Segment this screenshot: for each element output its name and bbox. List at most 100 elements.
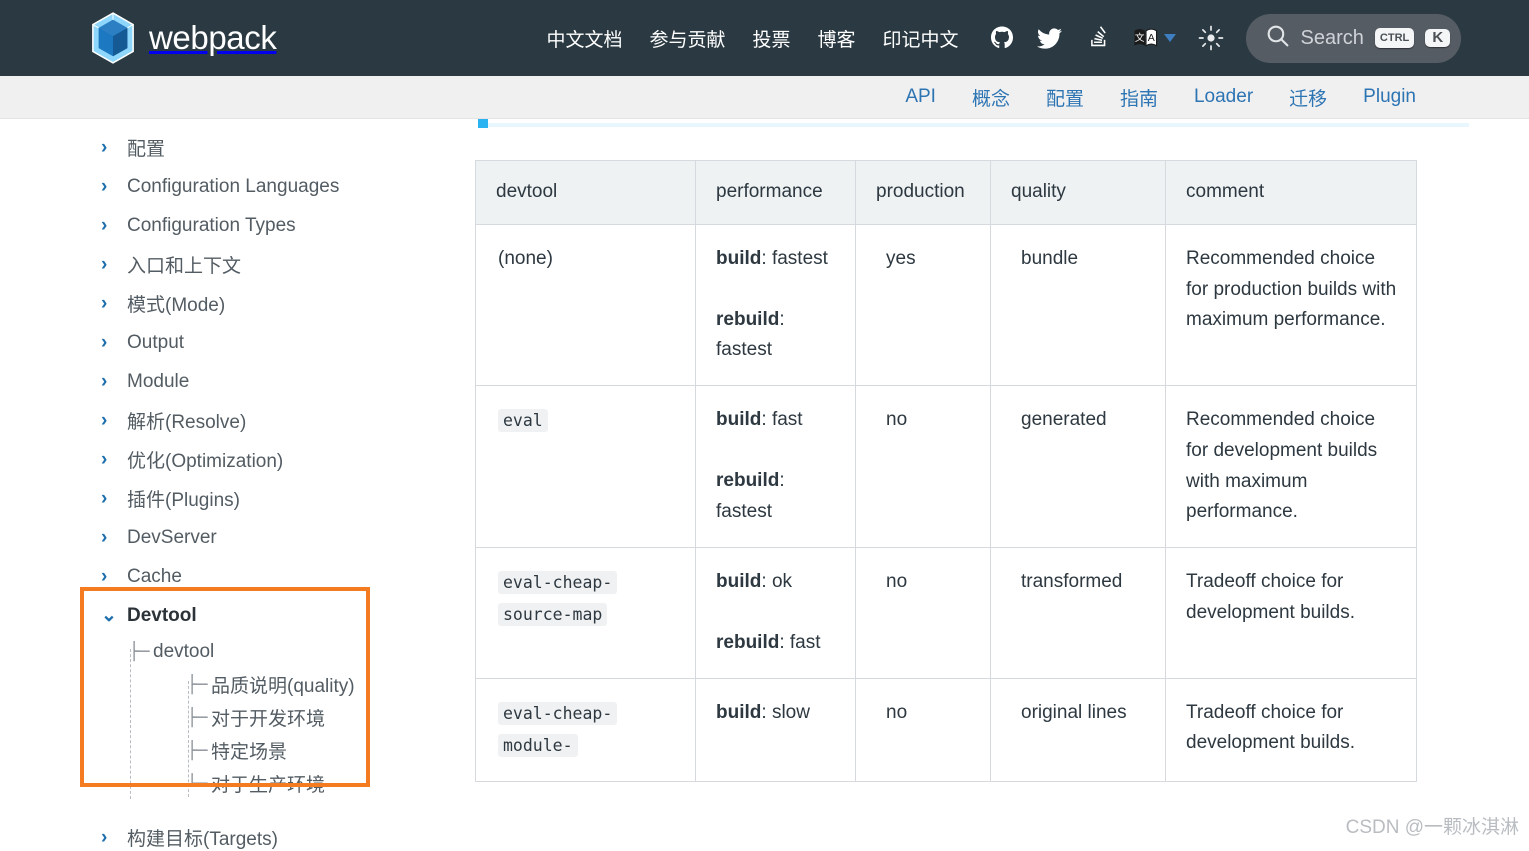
rebuild-value: fastest (716, 339, 772, 361)
cell-production: no (855, 547, 991, 679)
sidebar-item-configuration[interactable]: › 配置 (0, 128, 475, 167)
column-header-performance: performance (695, 160, 856, 225)
cell-performance: build: slow (695, 677, 856, 783)
cell-performance: build: fastest rebuild: fastest (695, 223, 856, 387)
sidebar-item-cache[interactable]: › Cache (0, 557, 475, 596)
devtool-name: eval (498, 409, 548, 433)
svg-text:文: 文 (1135, 32, 1145, 44)
sidebar-item-label: 优化(Optimization) (127, 451, 284, 472)
sidebar-item-mode[interactable]: › 模式(Mode) (0, 284, 475, 323)
build-label: build (716, 701, 762, 723)
chevron-right-icon: › (101, 527, 108, 548)
shortcut-ctrl-badge: CTRL (1374, 27, 1415, 49)
table-row: eval build: fast rebuild: fastest no gen… (475, 385, 1417, 549)
twitter-icon[interactable] (1037, 25, 1063, 51)
chevron-right-icon: › (101, 488, 108, 509)
stackoverflow-icon[interactable] (1085, 25, 1111, 51)
chevron-down-icon: ⌄ (101, 605, 117, 626)
sidebar-subitem-label: 特定场景 (211, 742, 288, 763)
sidebar-item-entry-context[interactable]: › 入口和上下文 (0, 245, 475, 284)
sidebar-subitem-devtool[interactable]: ├─ devtool (101, 635, 475, 668)
chevron-down-icon (1163, 34, 1176, 42)
cell-production: yes (855, 223, 991, 387)
sidebar-item-plugins[interactable]: › 插件(Plugins) (0, 479, 475, 518)
rebuild-value: fastest (716, 500, 772, 522)
sidebar-item-label: DevServer (127, 526, 217, 548)
nav-link-yinji[interactable]: 印记中文 (883, 25, 959, 52)
cell-performance: build: fast rebuild: fastest (695, 385, 856, 549)
tree-guide-line (188, 681, 189, 797)
build-label: build (716, 247, 762, 269)
sidebar-subitem-production[interactable]: └─ 对于生产环境 (101, 767, 475, 800)
sidebar-item-label: 配置 (127, 139, 166, 160)
cell-comment: Recommended choice for production builds… (1165, 223, 1417, 387)
tree-branch-icon: └─ (187, 773, 208, 794)
github-icon[interactable] (989, 25, 1015, 51)
table-row: eval-cheap-module- build: slow no origin… (475, 677, 1417, 783)
sidebar-item-devserver[interactable]: › DevServer (0, 518, 475, 557)
sidebar-subitem-special-cases[interactable]: ├─ 特定场景 (101, 734, 475, 767)
sidebar-subitem-development[interactable]: ├─ 对于开发环境 (101, 701, 475, 734)
sidebar-item-configuration-types[interactable]: › Configuration Types (0, 206, 475, 245)
devtool-name: eval-cheap-source-map (498, 571, 618, 627)
site-header: webpack 中文文档 参与贡献 投票 博客 印记中文 文 A Search … (0, 0, 1529, 76)
language-switcher[interactable]: 文 A (1133, 25, 1176, 51)
sidebar-item-label: Output (127, 331, 185, 353)
subnav-item-guides[interactable]: 指南 (1120, 84, 1158, 111)
sidebar-item-label: 模式(Mode) (127, 295, 226, 316)
brand-title: webpack (149, 19, 277, 56)
chevron-right-icon: › (101, 332, 108, 353)
sidebar-subitem-label: devtool (153, 640, 215, 662)
nav-link-docs[interactable]: 中文文档 (546, 25, 622, 52)
table-header-row: devtool performance production quality c… (475, 160, 1417, 225)
nav-link-contribute[interactable]: 参与贡献 (649, 25, 725, 52)
build-value: ok (771, 571, 793, 593)
sidebar-item-label: Cache (127, 565, 182, 587)
nav-link-vote[interactable]: 投票 (752, 25, 790, 52)
search-icon (1265, 23, 1290, 53)
cell-quality: bundle (990, 223, 1166, 387)
subnav-item-loaders[interactable]: Loader (1194, 86, 1253, 108)
build-label: build (716, 409, 762, 431)
sidebar-subitem-quality[interactable]: ├─ 品质说明(quality) (101, 668, 475, 701)
subnav-item-plugins[interactable]: Plugin (1363, 86, 1416, 108)
sidebar-subitem-label: 对于生产环境 (211, 775, 326, 796)
tree-branch-icon: ├─ (187, 707, 208, 728)
sidebar-item-resolve[interactable]: › 解析(Resolve) (0, 401, 475, 440)
cell-quality: transformed (990, 547, 1166, 679)
chevron-right-icon: › (101, 293, 108, 314)
scroll-progress-track (488, 123, 1469, 127)
brand-home-link[interactable]: webpack (90, 12, 277, 64)
sidebar-item-output[interactable]: › Output (0, 323, 475, 362)
header-icon-group: 文 A (989, 25, 1224, 51)
devtool-name: (none) (498, 247, 553, 269)
sidebar-item-label: Module (127, 370, 190, 392)
sidebar-item-label: Configuration Languages (127, 175, 340, 197)
subnav-item-concepts[interactable]: 概念 (972, 84, 1010, 111)
cell-performance: build: ok rebuild: fast (695, 547, 856, 679)
search-placeholder: Search (1300, 26, 1364, 49)
subnav-item-config[interactable]: 配置 (1046, 84, 1084, 111)
nav-link-blog[interactable]: 博客 (818, 25, 856, 52)
sidebar-item-optimization[interactable]: › 优化(Optimization) (0, 440, 475, 479)
sidebar-item-devtool[interactable]: ⌄ Devtool (0, 596, 475, 635)
subnav-item-migrate[interactable]: 迁移 (1289, 84, 1327, 111)
build-colon: : (761, 701, 767, 723)
svg-text:A: A (1148, 32, 1156, 44)
build-label: build (716, 571, 762, 593)
sidebar-item-label: Devtool (127, 604, 197, 626)
cell-quality: original lines (990, 677, 1166, 783)
translate-icon[interactable]: 文 A (1133, 25, 1159, 51)
sidebar-item-module[interactable]: › Module (0, 362, 475, 401)
page-body: › 配置 › Configuration Languages › Configu… (0, 119, 1529, 851)
sidebar-item-configuration-languages[interactable]: › Configuration Languages (0, 167, 475, 206)
tree-guide-line (130, 649, 131, 799)
subnav-item-api[interactable]: API (905, 86, 936, 108)
cell-quality: generated (990, 385, 1166, 549)
search-input[interactable]: Search CTRL K (1245, 13, 1462, 63)
theme-sun-icon[interactable] (1198, 25, 1224, 51)
sidebar-item-targets[interactable]: › 构建目标(Targets) (0, 818, 475, 851)
tree-branch-icon: ├─ (187, 674, 208, 695)
